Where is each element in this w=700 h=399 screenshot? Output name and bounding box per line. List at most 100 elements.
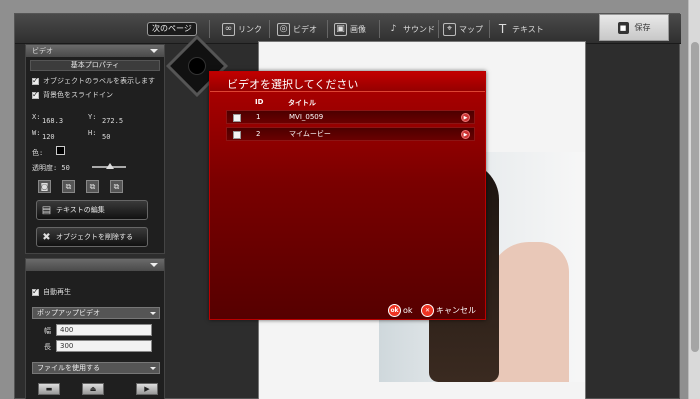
video-properties-panel: ビデオ 基本プロパティ オブジェクトのラベルを表示します 背景色をスライドイン …	[25, 44, 165, 254]
collapse-icon[interactable]	[150, 49, 158, 53]
upload-icon[interactable]: ⏏	[82, 383, 104, 395]
video-row-checkbox[interactable]	[233, 114, 241, 122]
toolbar-separator	[489, 20, 490, 38]
bg-slide-checkbox[interactable]	[32, 90, 39, 99]
video-tool-button[interactable]: ◎ ビデオ	[277, 21, 317, 37]
video-tool-label: ビデオ	[293, 24, 317, 34]
popup-video-value: ポップアップビデオ	[37, 309, 100, 317]
sound-tool-button[interactable]: ♪ サウンド	[387, 21, 435, 37]
autoplay-checkbox[interactable]	[32, 287, 39, 296]
link-tool-button[interactable]: ∞ リンク	[222, 21, 262, 37]
panel-title: ビデオ	[32, 47, 53, 55]
close-icon: ✕	[421, 303, 434, 317]
text-tool-button[interactable]: T テキスト	[496, 21, 544, 37]
video-row-title: マイムービー	[289, 130, 331, 138]
camera-icon[interactable]: ◙	[38, 180, 51, 193]
music-note-icon: ♪	[390, 24, 397, 34]
video-row[interactable]: 2 マイムービー ▶	[226, 127, 475, 141]
dropdown-arrow-icon	[150, 312, 156, 315]
cancel-label: キャンセル	[436, 305, 476, 315]
next-page-button[interactable]: 次のページ	[147, 22, 197, 36]
save-icon: ■	[617, 21, 629, 34]
y-label: Y:	[88, 113, 97, 121]
delete-x-icon: ✖	[42, 231, 51, 243]
cancel-button[interactable]: ✕ キャンセル	[421, 303, 476, 317]
navigator-center[interactable]	[184, 53, 210, 79]
y-value[interactable]: 272.5	[102, 117, 123, 125]
width-field[interactable]: 400	[56, 324, 152, 336]
delete-object-label: オブジェクトを削除する	[56, 233, 133, 241]
video-row[interactable]: 1 MVI_0509 ▶	[226, 110, 475, 124]
scrollbar-thumb[interactable]	[691, 42, 699, 352]
h-value[interactable]: 50	[102, 133, 110, 141]
x-value[interactable]: 168.3	[42, 117, 63, 125]
layer-up-icon[interactable]: ⧉	[62, 180, 75, 193]
play-icon[interactable]: ▶	[136, 383, 158, 395]
ok-button[interactable]: ok ok	[388, 303, 413, 317]
popup-video-panel: 自動再生 ポップアップビデオ 幅 400 長 300 ファイルを使用する ▬ ⏏…	[25, 258, 165, 399]
layer-front-icon[interactable]: ⧉	[110, 180, 123, 193]
toolbar-separator	[327, 20, 328, 38]
save-button[interactable]: ■ 保存	[599, 14, 669, 41]
video-row-checkbox[interactable]	[233, 131, 241, 139]
text-tool-label: テキスト	[512, 24, 544, 34]
toolbar-separator	[209, 20, 210, 38]
opacity-slider[interactable]	[92, 163, 126, 169]
dialog-title: ビデオを選択してください	[227, 78, 359, 91]
edit-icon: ▤	[41, 204, 52, 216]
height-label: 長	[44, 343, 51, 351]
edit-text-button[interactable]: ▤ テキストの編集	[36, 200, 148, 220]
video-row-id: 1	[256, 113, 261, 121]
map-tool-label: マップ	[459, 24, 483, 34]
page-scrollbar[interactable]	[688, 0, 700, 399]
toolbar-separator	[379, 20, 380, 38]
map-icon: ⌖	[443, 22, 456, 36]
popup-video-select[interactable]: ポップアップビデオ	[32, 307, 160, 319]
select-video-dialog: ビデオを選択してください ID タイトル 1 MVI_0509 ▶ 2 マイムー…	[209, 71, 486, 320]
ok-icon: ok	[388, 303, 401, 317]
main-toolbar: 次のページ ∞ リンク ◎ ビデオ ▣ 画像 ♪ サウンド ⌖ マップ T テキ…	[15, 14, 681, 44]
basic-properties-heading: 基本プロパティ	[30, 60, 160, 71]
edit-text-label: テキストの編集	[56, 206, 105, 214]
delete-object-button[interactable]: ✖ オブジェクトを削除する	[36, 227, 148, 247]
photo-shoulder	[489, 242, 569, 382]
w-value[interactable]: 120	[42, 133, 55, 141]
file-source-select[interactable]: ファイルを使用する	[32, 362, 160, 374]
color-swatch[interactable]	[56, 146, 65, 155]
collapse-icon[interactable]	[150, 263, 158, 267]
opacity-label: 透明度: 50	[32, 164, 70, 172]
bg-slide-option[interactable]: 背景色をスライドイン	[26, 88, 164, 102]
link-tool-label: リンク	[238, 24, 262, 34]
autoplay-option[interactable]: 自動再生	[26, 285, 164, 299]
autoplay-text: 自動再生	[43, 288, 71, 296]
film-reel-icon: ◎	[277, 22, 290, 36]
column-id: ID	[255, 98, 264, 106]
folder-icon[interactable]: ▬	[38, 383, 60, 395]
layer-down-icon[interactable]: ⧉	[86, 180, 99, 193]
toolbar-separator	[438, 20, 439, 38]
play-icon[interactable]: ▶	[461, 130, 470, 139]
height-field[interactable]: 300	[56, 340, 152, 352]
x-label: X:	[32, 113, 41, 121]
map-tool-button[interactable]: ⌖ マップ	[443, 21, 483, 37]
show-label-text: オブジェクトのラベルを表示します	[43, 77, 155, 85]
image-tool-button[interactable]: ▣ 画像	[334, 21, 366, 37]
h-label: H:	[88, 129, 97, 137]
text-icon: T	[498, 22, 507, 36]
image-tool-label: 画像	[350, 24, 366, 34]
show-label-option[interactable]: オブジェクトのラベルを表示します	[26, 74, 164, 88]
sound-tool-label: サウンド	[403, 24, 435, 34]
w-label: W:	[32, 129, 41, 137]
color-label: 色:	[32, 149, 44, 157]
slider-knob[interactable]	[106, 163, 114, 169]
panel-header[interactable]: ビデオ	[26, 45, 164, 57]
ok-label: ok	[403, 305, 413, 315]
toolbar-separator	[269, 20, 270, 38]
panel-header[interactable]	[26, 259, 164, 271]
play-icon[interactable]: ▶	[461, 113, 470, 122]
show-label-checkbox[interactable]	[32, 76, 39, 85]
video-row-id: 2	[256, 130, 261, 138]
dropdown-arrow-icon	[150, 367, 156, 370]
video-row-title: MVI_0509	[289, 113, 324, 121]
bg-slide-text: 背景色をスライドイン	[43, 91, 113, 99]
